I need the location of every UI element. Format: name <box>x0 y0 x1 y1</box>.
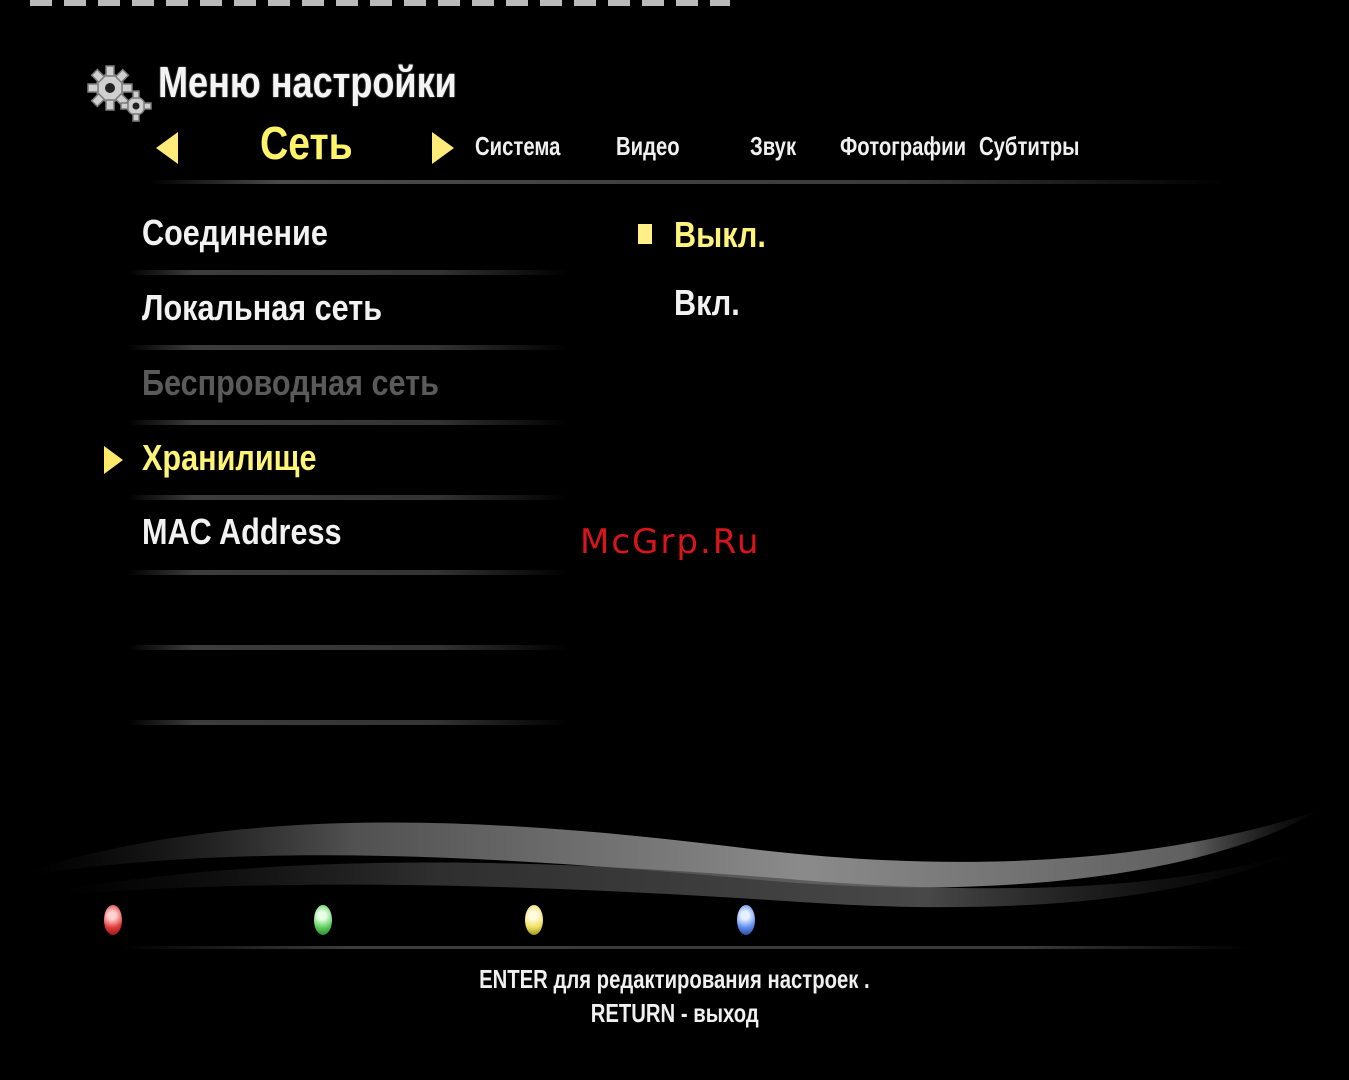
setup-screen: Меню настройки Сеть Система Видео Звук Ф… <box>0 0 1349 1080</box>
menu-divider <box>128 570 568 575</box>
tab-photos[interactable]: Фотографии <box>840 131 966 162</box>
hint-enter-text: ENTER для редактирования настроек . <box>479 964 870 994</box>
hint-return: RETURN - выход <box>0 998 1349 1029</box>
menu-divider <box>128 720 568 725</box>
top-dashed-line <box>30 0 730 6</box>
tab-network[interactable]: Сеть <box>260 116 353 170</box>
red-button-icon[interactable] <box>104 905 122 935</box>
gear-icon <box>87 65 152 122</box>
tab-video[interactable]: Видео <box>616 131 680 162</box>
watermark-text: McGrp.Ru <box>580 522 761 562</box>
menu-item-lan[interactable]: Локальная сеть <box>142 287 382 329</box>
tab-prev-arrow-icon[interactable] <box>156 132 178 164</box>
tab-sound[interactable]: Звук <box>750 131 796 162</box>
menu-item-mac-address[interactable]: MAC Address <box>142 511 341 553</box>
menu-divider <box>128 270 568 275</box>
menu-item-storage[interactable]: Хранилище <box>142 437 317 479</box>
header-divider <box>150 180 1225 184</box>
menu-item-connection[interactable]: Соединение <box>142 212 328 254</box>
blue-button-icon[interactable] <box>737 905 755 935</box>
tab-system[interactable]: Система <box>475 131 560 162</box>
tab-subtitles[interactable]: Субтитры <box>979 131 1079 162</box>
selection-arrow-icon <box>104 446 123 474</box>
hint-return-text: RETURN - выход <box>590 998 759 1028</box>
page-title: Меню настройки <box>158 58 457 107</box>
menu-divider <box>128 420 568 425</box>
menu-divider <box>128 495 568 500</box>
hint-enter: ENTER для редактирования настроек . <box>0 964 1349 995</box>
decorative-swoosh <box>30 810 1320 908</box>
option-off[interactable]: Выкл. <box>674 214 766 256</box>
selected-option-bullet-icon <box>638 224 652 244</box>
menu-divider <box>128 645 568 650</box>
option-on[interactable]: Вкл. <box>674 282 740 324</box>
green-button-icon[interactable] <box>314 905 332 935</box>
yellow-button-icon[interactable] <box>525 905 543 935</box>
menu-divider <box>128 345 568 350</box>
menu-item-wireless: Беспроводная сеть <box>142 362 439 403</box>
footer-divider <box>120 946 1250 949</box>
tab-next-arrow-icon[interactable] <box>432 132 454 164</box>
